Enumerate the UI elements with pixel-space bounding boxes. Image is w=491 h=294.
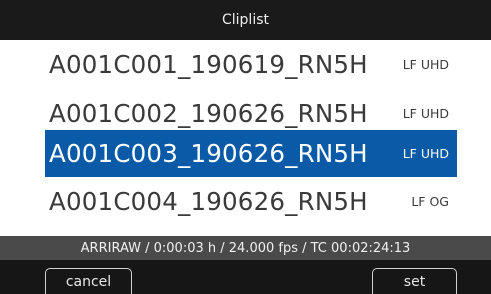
clip-name: A001C003_190626_RN5H	[49, 139, 368, 168]
status-bar: ARRIRAW / 0:00:03 h / 24.000 fps / TC 00…	[0, 236, 491, 260]
clip-row-4[interactable]: A001C004_190626_RN5H LF OG	[45, 178, 457, 225]
clip-format: LF UHD	[402, 57, 449, 72]
title-bar: Cliplist	[0, 0, 491, 40]
cancel-button[interactable]: cancel	[45, 268, 132, 294]
set-button[interactable]: set	[372, 268, 457, 294]
bottom-bar: cancel set	[0, 260, 491, 294]
page-title: Cliplist	[221, 12, 269, 28]
clip-list[interactable]: A001C001_190619_RN5H LF UHD A001C002_190…	[0, 40, 491, 236]
clip-row-3-selected[interactable]: A001C003_190626_RN5H LF UHD	[45, 130, 457, 177]
cliplist-screen: Cliplist A001C001_190619_RN5H LF UHD A00…	[0, 0, 491, 294]
clip-name: A001C004_190626_RN5H	[49, 187, 368, 216]
clip-format: LF OG	[411, 194, 449, 209]
clip-row-1[interactable]: A001C001_190619_RN5H LF UHD	[45, 41, 457, 88]
clip-info-text: ARRIRAW / 0:00:03 h / 24.000 fps / TC 00…	[80, 240, 411, 256]
clip-name: A001C001_190619_RN5H	[49, 50, 368, 79]
clip-format: LF UHD	[402, 146, 449, 161]
